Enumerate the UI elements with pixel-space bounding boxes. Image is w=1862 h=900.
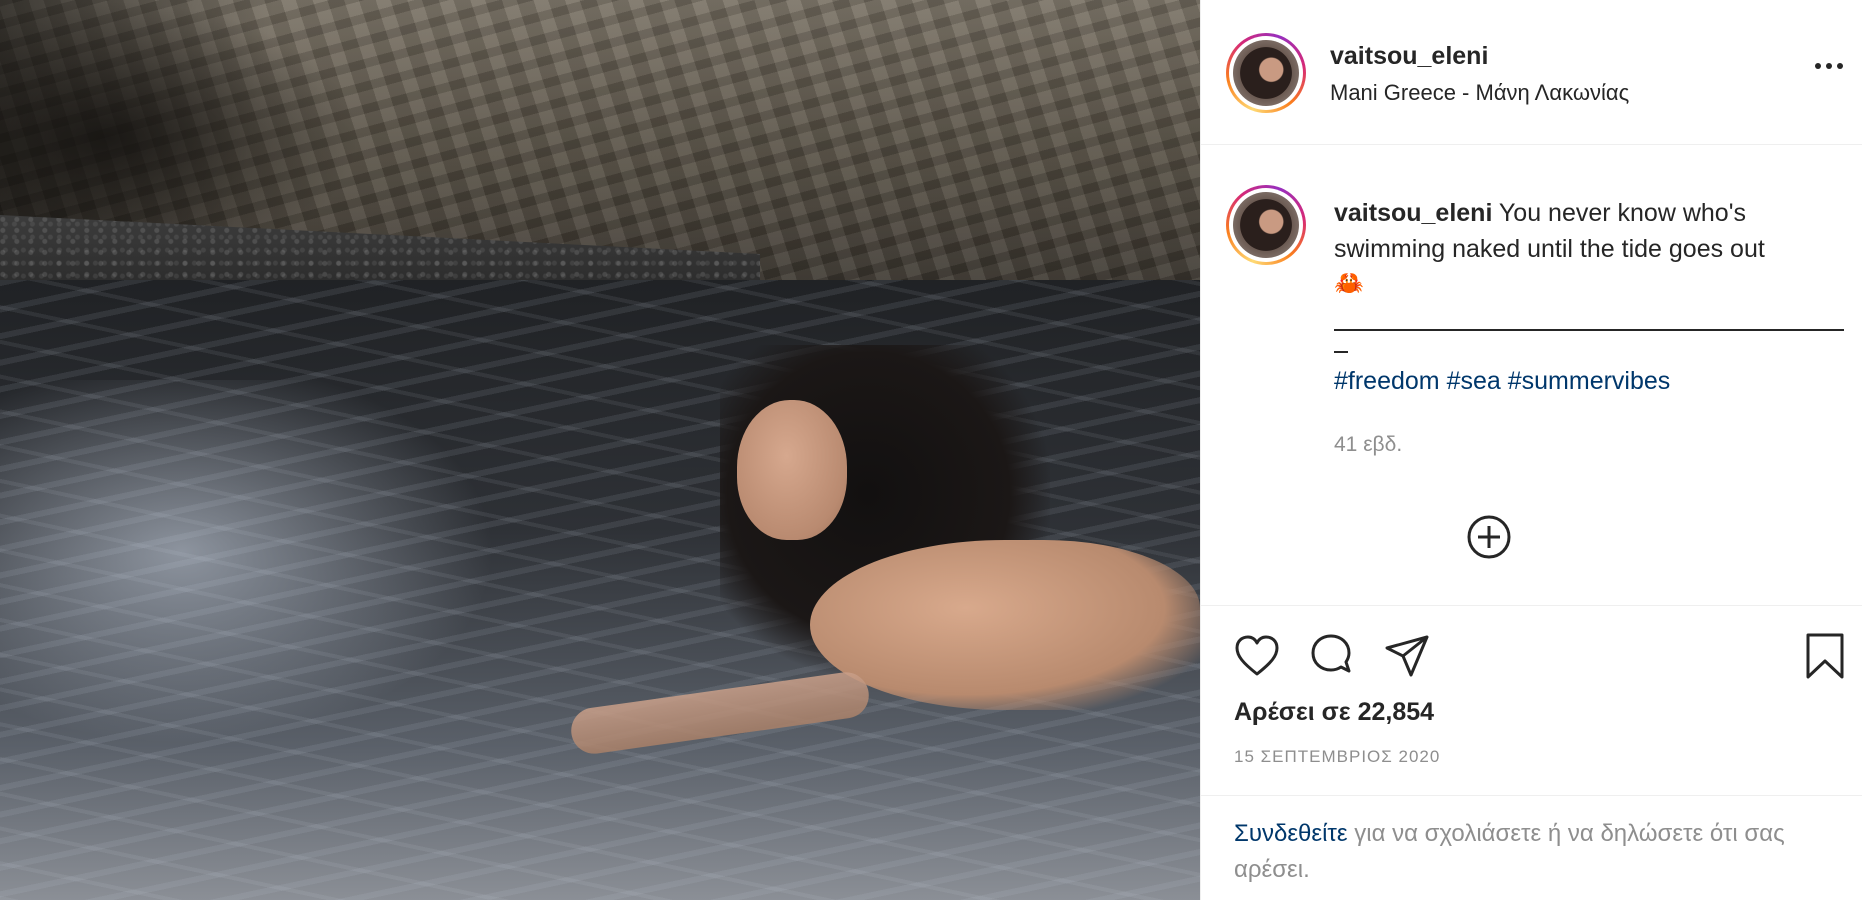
crab-emoji: 🦀 xyxy=(1334,270,1364,297)
more-options-icon[interactable] xyxy=(1811,54,1847,78)
login-link[interactable]: Συνδεθείτε xyxy=(1234,820,1348,847)
likes-count[interactable]: Αρέσει σε 22,854 xyxy=(1234,698,1434,727)
caption-divider xyxy=(1334,309,1844,331)
hashtag-summervibes[interactable]: #summervibes xyxy=(1508,367,1671,395)
caption-section: vaitsou_eleni You never know who's swimm… xyxy=(1201,145,1862,605)
post-side-panel: vaitsou_eleni Mani Greece - Μάνη Λακωνία… xyxy=(1200,0,1862,900)
avatar[interactable] xyxy=(1226,33,1306,113)
hashtag-freedom[interactable]: #freedom xyxy=(1334,367,1440,395)
caption-text: vaitsou_eleni You never know who's swimm… xyxy=(1334,195,1844,399)
header-location[interactable]: Mani Greece - Μάνη Λακωνίας xyxy=(1330,80,1629,106)
hashtags: #freedom #sea #summervibes xyxy=(1334,363,1844,399)
post-age[interactable]: 41 εβδ. xyxy=(1334,433,1402,457)
instagram-post: vaitsou_eleni Mani Greece - Μάνη Λακωνία… xyxy=(0,0,1862,900)
header-username[interactable]: vaitsou_eleni xyxy=(1330,42,1488,71)
load-comments-plus-icon[interactable] xyxy=(1465,513,1513,561)
post-date: 15 ΣΕΠΤΕΜΒΡΙΟΣ 2020 xyxy=(1234,747,1441,766)
photo-swimmer xyxy=(737,400,847,540)
hashtag-sea[interactable]: #sea xyxy=(1447,367,1501,395)
caption-username[interactable]: vaitsou_eleni xyxy=(1334,199,1492,227)
share-icon[interactable] xyxy=(1381,630,1433,682)
caption-avatar[interactable] xyxy=(1226,185,1306,265)
bookmark-icon[interactable] xyxy=(1799,630,1851,682)
caption-underscore xyxy=(1334,331,1348,353)
login-text: Συνδεθείτε για να σχολιάσετε ή να δηλώσε… xyxy=(1234,816,1834,888)
comment-icon[interactable] xyxy=(1305,630,1357,682)
post-header: vaitsou_eleni Mani Greece - Μάνη Λακωνία… xyxy=(1201,0,1862,145)
post-photo[interactable] xyxy=(0,0,1200,900)
post-actions: Αρέσει σε 22,854 15 ΣΕΠΤΕΜΒΡΙΟΣ 2020 xyxy=(1201,605,1862,795)
login-prompt: Συνδεθείτε για να σχολιάσετε ή να δηλώσε… xyxy=(1201,795,1862,900)
heart-icon[interactable] xyxy=(1231,630,1283,682)
